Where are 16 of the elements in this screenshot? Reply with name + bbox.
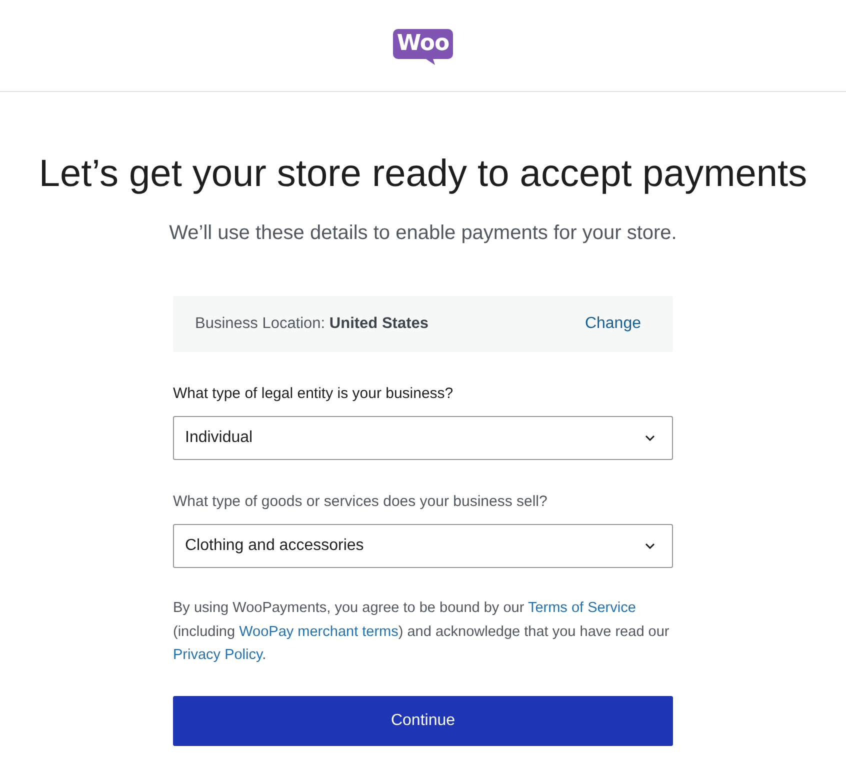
terms-link[interactable]: Terms of Service: [528, 600, 636, 616]
terms-link[interactable]: WooPay merchant terms: [239, 624, 398, 640]
select-field[interactable]: Clothing and accessories: [173, 524, 673, 568]
terms-text: By using WooPayments, you agree to be bound by our Terms of Service (including WooPay merchant terms) and acknowledge that you have read our Privacy Policy.: [173, 599, 670, 665]
chevron-down-icon: [645, 435, 655, 441]
chevron-down-icon: [645, 543, 655, 549]
business-location-text: Business Location: United States: [195, 315, 428, 333]
woo-logo: Woo: [393, 29, 453, 65]
terms-link[interactable]: Privacy Policy: [173, 647, 262, 663]
continue-button[interactable]: Continue: [173, 696, 673, 746]
field-label: What type of goods or services does your business sell?: [173, 492, 548, 512]
field-label: What type of legal entity is your business?: [173, 384, 454, 404]
change-link[interactable]: Change: [576, 311, 649, 337]
select-field[interactable]: Individual: [173, 416, 673, 460]
page-title: Let’s get your store ready to accept payments: [38, 152, 808, 197]
page-subtitle: We’ll use these details to enable payments for your store.: [169, 221, 677, 246]
